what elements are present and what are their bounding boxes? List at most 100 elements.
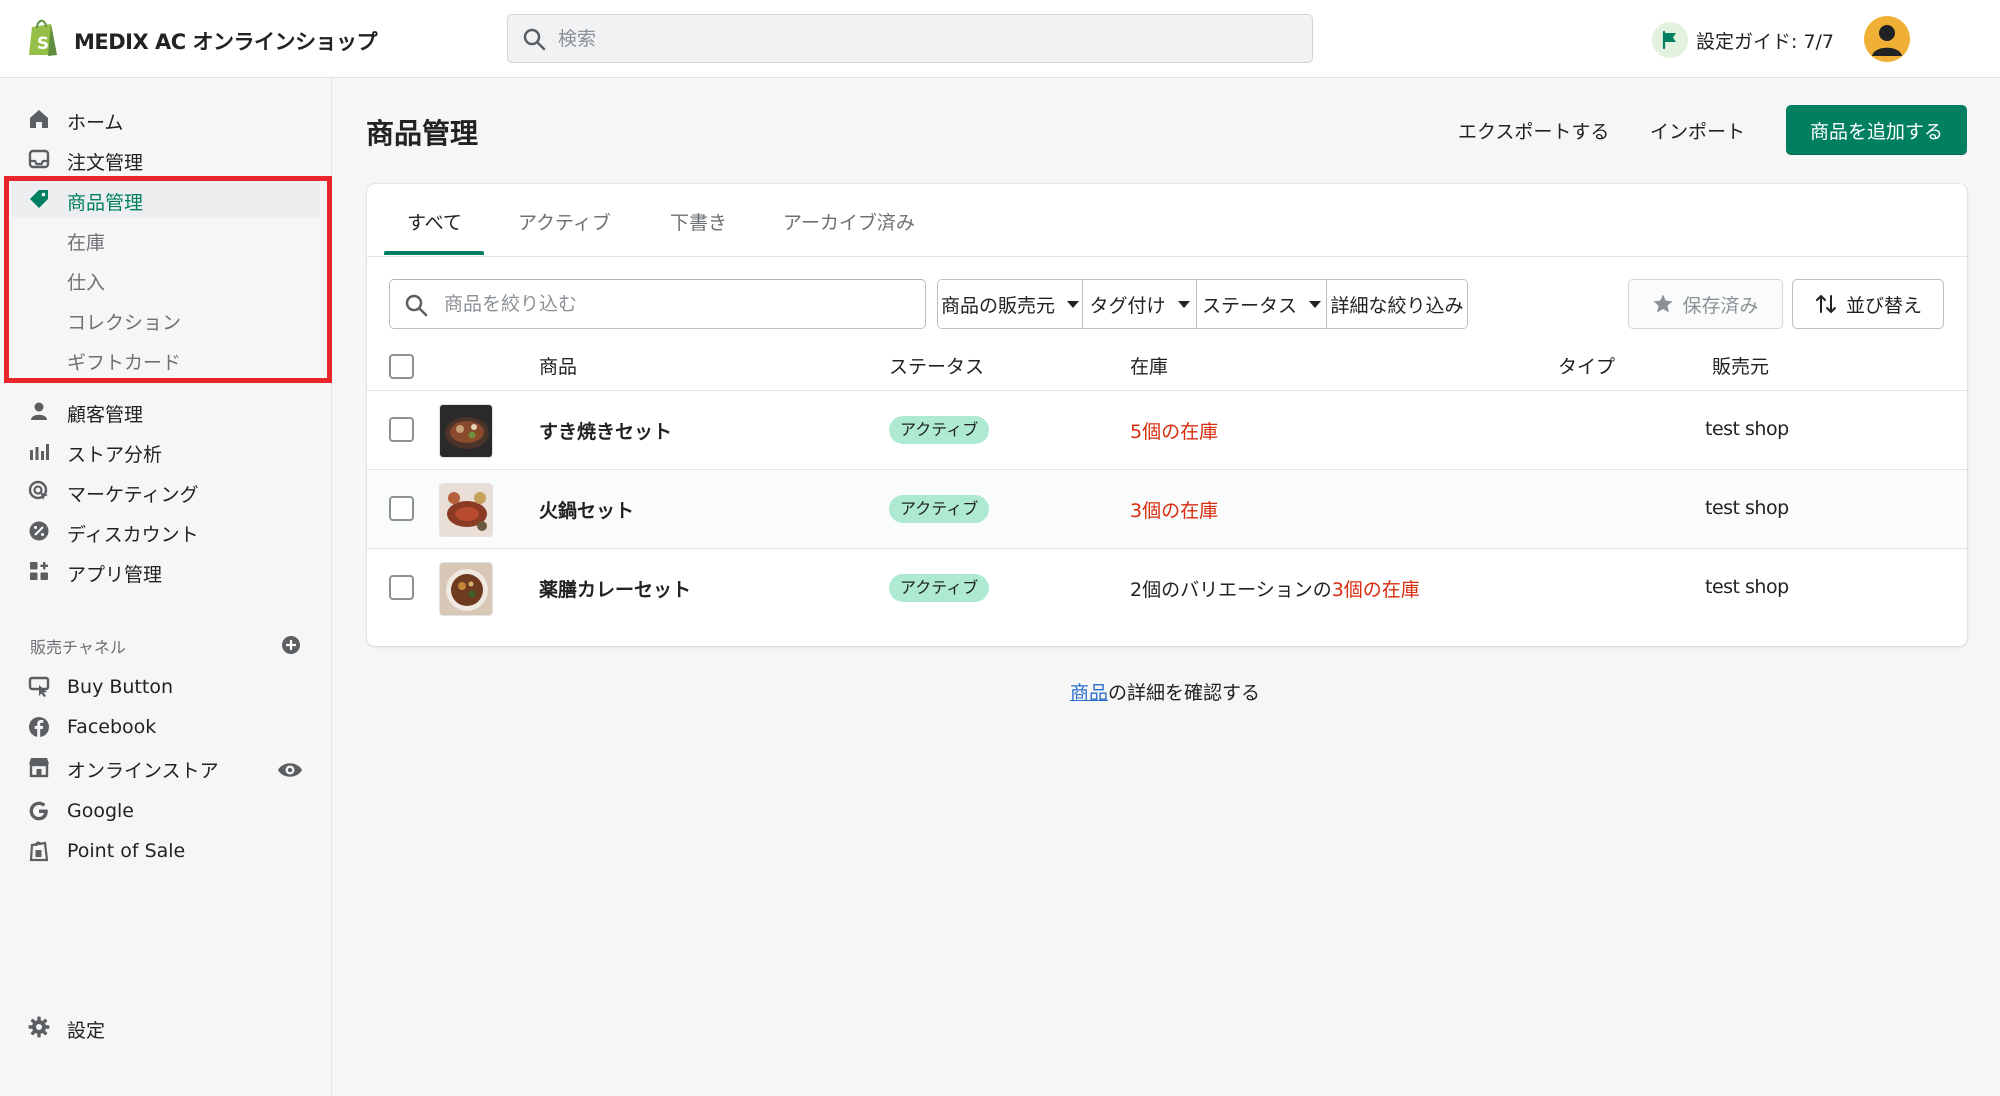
sidebar-item-label: ストア分析 bbox=[67, 444, 163, 466]
help-footer: 商品の詳細を確認する bbox=[1070, 678, 1260, 705]
vendor-name: test shop bbox=[1705, 418, 1789, 440]
product-image-icon bbox=[440, 563, 492, 615]
sidebar-item-collections[interactable]: コレクション bbox=[12, 300, 320, 338]
sort-button[interactable]: 並び替え bbox=[1792, 279, 1944, 329]
product-filter[interactable] bbox=[389, 279, 926, 329]
sidebar-item-label: 注文管理 bbox=[67, 152, 144, 174]
column-header-inventory[interactable]: 在庫 bbox=[1130, 352, 1168, 379]
sidebar-item-label: Facebook bbox=[67, 716, 157, 738]
sidebar-item-transfers[interactable]: 仕入 bbox=[12, 260, 320, 298]
column-header-type[interactable]: タイプ bbox=[1558, 352, 1615, 379]
add-product-button[interactable]: 商品を追加する bbox=[1786, 105, 1967, 155]
sidebar-item-label: ギフトカード bbox=[67, 352, 182, 374]
product-thumbnail[interactable] bbox=[439, 483, 493, 537]
table-row[interactable]: 火鍋セット アクティブ 3個の在庫 test shop bbox=[367, 469, 1967, 548]
column-header-status[interactable]: ステータス bbox=[889, 352, 984, 379]
sidebar-item-label: 仕入 bbox=[67, 272, 106, 294]
sidebar-channel-online-store[interactable]: オンラインストア bbox=[12, 748, 320, 786]
tab-active[interactable]: アクティブ bbox=[518, 208, 611, 235]
product-thumbnail[interactable] bbox=[439, 562, 493, 616]
tab-draft[interactable]: 下書き bbox=[670, 208, 727, 235]
product-name[interactable]: 火鍋セット bbox=[539, 496, 634, 523]
status-filter-button[interactable]: ステータス bbox=[1197, 280, 1327, 328]
vendor-name: test shop bbox=[1705, 497, 1789, 519]
vendor-name: test shop bbox=[1705, 576, 1789, 598]
tagged-filter-button[interactable]: タグ付け bbox=[1083, 280, 1197, 328]
sales-channels-label: 販売チャネル bbox=[30, 638, 126, 657]
global-search[interactable] bbox=[507, 14, 1313, 63]
inventory-count: 5個の在庫 bbox=[1130, 421, 1219, 443]
column-header-vendor[interactable]: 販売元 bbox=[1712, 352, 1769, 379]
tag-icon bbox=[30, 190, 48, 208]
sidebar-item-discounts[interactable]: ディスカウント bbox=[12, 512, 320, 550]
product-name[interactable]: すき焼きセット bbox=[539, 417, 672, 444]
tab-archived[interactable]: アーカイブ済み bbox=[783, 208, 915, 235]
export-button[interactable]: エクスポートする bbox=[1458, 117, 1609, 144]
product-name[interactable]: 薬膳カレーセット bbox=[539, 575, 691, 602]
buy-button-icon bbox=[28, 676, 50, 697]
sort-label: 並び替え bbox=[1845, 294, 1922, 317]
select-all-checkbox[interactable] bbox=[389, 354, 414, 379]
import-button[interactable]: インポート bbox=[1650, 117, 1745, 144]
gear-icon bbox=[28, 1016, 50, 1038]
caret-down-icon bbox=[1309, 300, 1321, 308]
row-checkbox[interactable] bbox=[389, 417, 414, 442]
products-help-link[interactable]: 商品 bbox=[1070, 682, 1108, 704]
eye-icon[interactable] bbox=[276, 756, 304, 784]
analytics-icon bbox=[30, 444, 49, 460]
discount-icon bbox=[29, 521, 49, 541]
sort-arrows-icon bbox=[1815, 295, 1836, 313]
product-thumbnail[interactable] bbox=[439, 404, 493, 458]
sidebar-item-customers[interactable]: 顧客管理 bbox=[12, 392, 320, 430]
sidebar-item-settings[interactable]: 設定 bbox=[12, 1008, 320, 1046]
sidebar-item-home[interactable]: ホーム bbox=[12, 100, 320, 138]
caret-down-icon bbox=[1177, 300, 1190, 308]
sidebar-channel-google[interactable]: Google bbox=[12, 792, 320, 830]
sidebar-item-label: 顧客管理 bbox=[67, 404, 144, 426]
table-row[interactable]: すき焼きセット アクティブ 5個の在庫 test shop bbox=[367, 390, 1967, 469]
sidebar-item-apps[interactable]: アプリ管理 bbox=[12, 552, 320, 590]
sidebar-channel-facebook[interactable]: Facebook bbox=[12, 708, 320, 746]
table-row[interactable]: 薬膳カレーセット アクティブ 2個のバリエーションの3個の在庫 test sho… bbox=[367, 548, 1967, 627]
tab-all[interactable]: すべて bbox=[407, 208, 462, 235]
user-icon bbox=[1872, 25, 1902, 56]
row-checkbox[interactable] bbox=[389, 496, 414, 521]
sidebar-item-products[interactable]: 商品管理 bbox=[12, 180, 320, 218]
vendor-filter-button[interactable]: 商品の販売元 bbox=[938, 280, 1083, 328]
person-icon bbox=[31, 402, 47, 420]
add-circle-icon[interactable] bbox=[280, 634, 302, 656]
google-icon bbox=[29, 801, 48, 821]
top-bar: S MEDIX AC オンラインショップ 設定ガイド: 7/7 bbox=[0, 0, 2000, 78]
products-card: すべて アクティブ 下書き アーカイブ済み 商品の販売元 タグ付け ステータス … bbox=[367, 184, 1967, 646]
page-title: 商品管理 bbox=[366, 117, 479, 150]
tab-bar: すべて アクティブ 下書き アーカイブ済み bbox=[367, 184, 1967, 257]
sidebar-item-gift-cards[interactable]: ギフトカード bbox=[12, 340, 320, 378]
sidebar-item-label: ディスカウント bbox=[67, 524, 199, 546]
saved-label: 保存済み bbox=[1682, 294, 1759, 317]
home-icon bbox=[30, 110, 48, 128]
saved-button[interactable]: 保存済み bbox=[1628, 279, 1783, 329]
sidebar-item-marketing[interactable]: マーケティング bbox=[12, 472, 320, 510]
sidebar-channel-point-of-sale[interactable]: Point of Sale bbox=[12, 832, 320, 870]
help-text: の詳細を確認する bbox=[1108, 682, 1261, 704]
search-input[interactable] bbox=[558, 15, 1298, 62]
inventory-count: 3個の在庫 bbox=[1130, 500, 1219, 522]
column-header-product[interactable]: 商品 bbox=[539, 352, 577, 379]
shop-name[interactable]: MEDIX AC オンラインショップ bbox=[74, 26, 377, 56]
row-checkbox[interactable] bbox=[389, 575, 414, 600]
sidebar-item-label: 設定 bbox=[67, 1020, 106, 1042]
status-badge: アクティブ bbox=[889, 495, 990, 523]
filter-input[interactable] bbox=[444, 280, 914, 328]
setup-guide[interactable]: 設定ガイド: 7/7 bbox=[1652, 22, 1834, 58]
shopify-logo-icon[interactable]: S bbox=[26, 18, 60, 58]
sidebar-channel-buy-button[interactable]: Buy Button bbox=[12, 668, 320, 706]
tagged-filter-label: タグ付け bbox=[1089, 294, 1166, 317]
sidebar-item-orders[interactable]: 注文管理 bbox=[12, 140, 320, 178]
sidebar-item-analytics[interactable]: ストア分析 bbox=[12, 432, 320, 470]
inventory-text: 5個の在庫 bbox=[1130, 417, 1218, 444]
pos-icon bbox=[29, 841, 49, 862]
avatar[interactable] bbox=[1864, 16, 1910, 62]
more-filters-button[interactable]: 詳細な絞り込み bbox=[1327, 280, 1467, 328]
sidebar-item-inventory[interactable]: 在庫 bbox=[12, 220, 320, 258]
facebook-icon bbox=[29, 717, 49, 737]
